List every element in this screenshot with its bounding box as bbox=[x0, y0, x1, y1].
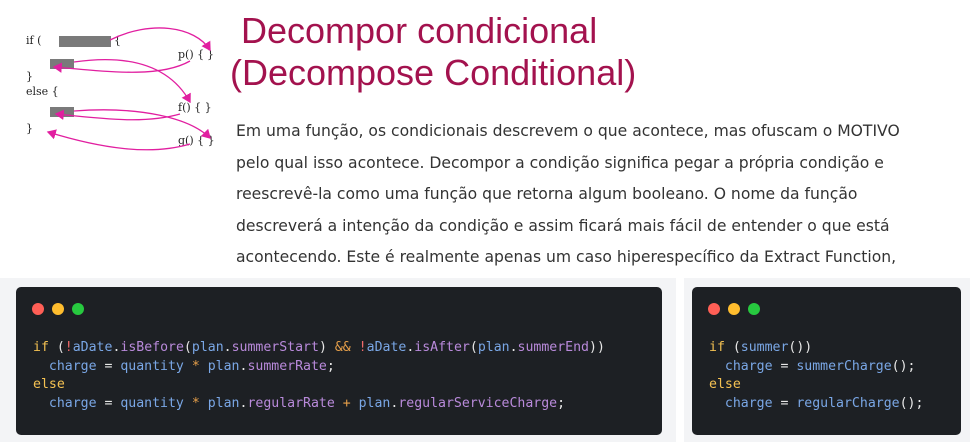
code-block-original: if (!aDate.isBefore(plan.summerStart) &&… bbox=[33, 339, 605, 413]
decompose-conditional-diagram: if ( { } else { } p() { } f() { } g() { … bbox=[26, 27, 215, 151]
arrow-then-to-f bbox=[73, 59, 191, 104]
code-line: charge = quantity * plan.regularRate + p… bbox=[48, 395, 566, 411]
code-line: charge = quantity * plan.summerRate; bbox=[48, 358, 335, 374]
arrow-g-back bbox=[46, 129, 191, 151]
minimize-dot-icon bbox=[728, 303, 740, 315]
left-code-card: if (!aDate.isBefore(plan.summerStart) &&… bbox=[16, 287, 662, 435]
diagram-p-close: } bbox=[207, 48, 214, 61]
close-dot-icon bbox=[32, 303, 44, 315]
diagram-else-label: else { bbox=[26, 85, 59, 98]
arrow-p-to-then bbox=[52, 60, 191, 73]
maximize-dot-icon bbox=[72, 303, 84, 315]
diagram-if-label: if ( bbox=[26, 34, 41, 47]
minimize-dot-icon bbox=[52, 303, 64, 315]
maximize-dot-icon bbox=[748, 303, 760, 315]
code-line: if (summer()) bbox=[709, 340, 813, 355]
diagram-brace-close: } bbox=[26, 70, 33, 83]
code-line: charge = summerCharge(); bbox=[724, 358, 916, 374]
description-paragraph: Em uma função, os condicionais descrevem… bbox=[236, 122, 900, 298]
code-line: charge = regularCharge(); bbox=[724, 395, 924, 411]
code-line: else bbox=[33, 377, 65, 392]
code-block-refactored: if (summer()) charge = summerCharge(); e… bbox=[709, 339, 923, 413]
window-controls bbox=[708, 303, 760, 315]
right-code-card: if (summer()) charge = summerCharge(); e… bbox=[692, 287, 961, 435]
window-controls bbox=[32, 303, 84, 315]
title-line-1: Decompor condicional bbox=[241, 10, 598, 51]
code-line: else bbox=[709, 377, 741, 392]
diagram-f-label: f() { } bbox=[178, 101, 212, 114]
page-title: Decompor condicional (Decompose Conditio… bbox=[230, 10, 970, 94]
arrow-f-to-else bbox=[54, 109, 181, 121]
diagram-g-label: g() { } bbox=[178, 134, 215, 147]
diagram-brace-close-2: } bbox=[26, 122, 33, 135]
condition-block bbox=[59, 36, 111, 47]
diagram-p-label: p() { bbox=[178, 48, 204, 61]
close-dot-icon bbox=[708, 303, 720, 315]
title-line-2: (Decompose Conditional) bbox=[230, 52, 637, 93]
code-line: if (!aDate.isBefore(plan.summerStart) &&… bbox=[33, 340, 605, 355]
arrow-condition-to-p bbox=[109, 27, 211, 52]
